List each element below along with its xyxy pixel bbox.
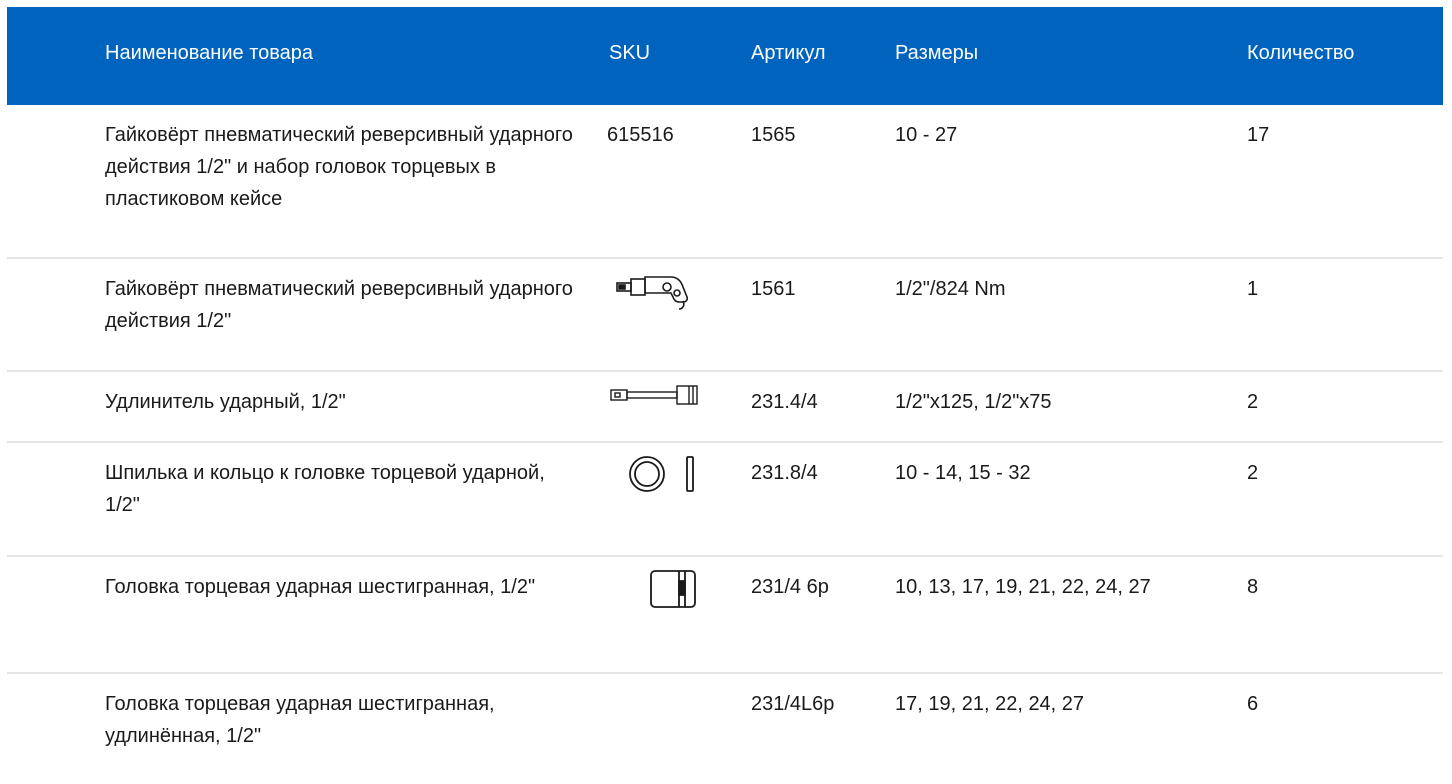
extension-bar-icon xyxy=(609,384,701,408)
item-qty: 2 xyxy=(1247,391,1259,413)
item-size: 1/2"x125, 1/2"x75 xyxy=(895,391,1052,413)
item-name: Головка торцевая ударная шестигранная, 1… xyxy=(105,576,536,598)
table-row: Гайковёрт пневматический реверсивный уда… xyxy=(7,259,1443,372)
table-row: Гайковёрт пневматический реверсивный уда… xyxy=(7,105,1443,259)
item-qty: 8 xyxy=(1247,576,1259,598)
item-size: 1/2"/824 Nm xyxy=(895,278,1006,300)
table-row: Удлинитель ударный, 1/2" 231.4/4 1/2"x12… xyxy=(7,372,1443,443)
item-name: Гайковёрт пневматический реверсивный уда… xyxy=(105,124,573,210)
item-qty: 1 xyxy=(1247,278,1259,300)
item-article: 231/4L6p xyxy=(751,693,835,715)
item-name: Удлинитель ударный, 1/2" xyxy=(105,391,346,413)
item-name: Головка торцевая ударная шестигранная, у… xyxy=(105,693,495,747)
table-row: Шпилька и кольцо к головке торцевой удар… xyxy=(7,443,1443,557)
parts-table: Наименование товара SKU Артикул Размеры … xyxy=(7,7,1443,784)
col-header-name: Наименование товара xyxy=(105,42,314,64)
item-name: Гайковёрт пневматический реверсивный уда… xyxy=(105,278,573,332)
item-sku: 615516 xyxy=(607,124,674,146)
item-article: 231/4 6p xyxy=(751,576,829,598)
table-header: Наименование товара SKU Артикул Размеры … xyxy=(7,7,1443,105)
socket-icon xyxy=(647,569,699,609)
item-article: 231.8/4 xyxy=(751,462,818,484)
item-name: Шпилька и кольцо к головке торцевой удар… xyxy=(105,462,545,516)
ring-and-pin-icon xyxy=(627,453,699,495)
table-row: Головка торцевая ударная шестигранная, 1… xyxy=(7,557,1443,674)
impact-wrench-icon xyxy=(615,271,699,313)
table-row: Головка торцевая ударная шестигранная, у… xyxy=(7,674,1443,784)
item-qty: 2 xyxy=(1247,462,1259,484)
item-qty: 17 xyxy=(1247,124,1270,146)
item-article: 1561 xyxy=(751,278,796,300)
item-article: 1565 xyxy=(751,124,796,146)
col-header-sku: SKU xyxy=(609,42,651,64)
item-qty: 6 xyxy=(1247,693,1259,715)
item-size: 10, 13, 17, 19, 21, 22, 24, 27 xyxy=(895,576,1151,598)
item-size: 10 - 14, 15 - 32 xyxy=(895,462,1031,484)
item-size: 17, 19, 21, 22, 24, 27 xyxy=(895,693,1085,715)
item-size: 10 - 27 xyxy=(895,124,958,146)
col-header-size: Размеры xyxy=(895,42,979,64)
col-header-article: Артикул xyxy=(751,42,826,64)
item-article: 231.4/4 xyxy=(751,391,818,413)
col-header-qty: Количество xyxy=(1247,42,1355,64)
